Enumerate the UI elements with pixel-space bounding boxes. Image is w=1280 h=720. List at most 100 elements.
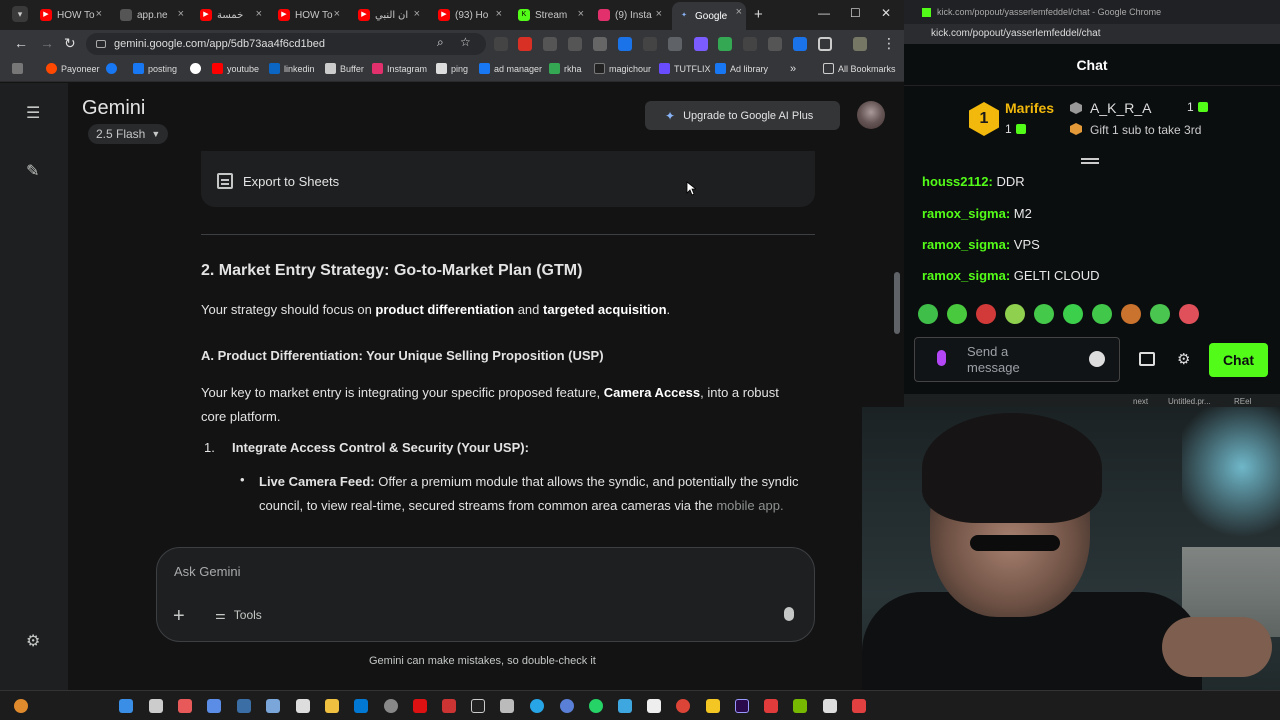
new-tab-icon[interactable]: +	[754, 6, 763, 23]
premiere-icon[interactable]	[735, 699, 749, 713]
whatsapp-icon[interactable]	[589, 699, 603, 713]
app-icon[interactable]	[823, 699, 837, 713]
emote-icon[interactable]	[1092, 304, 1112, 324]
app-icon[interactable]	[178, 699, 192, 713]
file-explorer-icon[interactable]	[706, 699, 720, 713]
extension-icon-1[interactable]	[494, 37, 508, 51]
bookmark-instagram[interactable]: Instagram	[372, 63, 427, 74]
chrome-icon[interactable]	[676, 699, 690, 713]
bookmark-ad-library[interactable]: Ad library	[715, 63, 768, 74]
app-icon[interactable]	[237, 699, 251, 713]
close-tab-icon[interactable]: ×	[334, 8, 340, 20]
extension-icon-6[interactable]	[618, 37, 632, 51]
emoji-icon[interactable]	[1089, 351, 1105, 367]
tab-2[interactable]: app.ne ×	[114, 4, 188, 26]
app-icon[interactable]	[266, 699, 280, 713]
tab-4[interactable]: ▶ HOW To ×	[272, 4, 344, 26]
browser-menu-icon[interactable]: ⋮	[882, 35, 896, 52]
app-icon[interactable]	[207, 699, 221, 713]
send-chat-button[interactable]: Chat	[1209, 343, 1268, 377]
extension-icon-8[interactable]	[668, 37, 682, 51]
emote-icon[interactable]	[918, 304, 938, 324]
extension-icon-4[interactable]	[568, 37, 582, 51]
profile-icon[interactable]	[853, 37, 867, 51]
notion-icon[interactable]	[647, 699, 661, 713]
app-icon[interactable]	[852, 699, 866, 713]
bookmark-magichour[interactable]: magichour	[594, 63, 651, 74]
extension-icon-5[interactable]	[593, 37, 607, 51]
extension-icon-9[interactable]	[694, 37, 708, 51]
url-text[interactable]: gemini.google.com/app/5db73aa4f6cd1bed	[114, 38, 325, 50]
new-chat-icon[interactable]: ✎	[26, 161, 39, 181]
bookmark-tutflix[interactable]: TUTFLIX	[659, 63, 711, 74]
extension-icon-11[interactable]	[743, 37, 757, 51]
app-icon[interactable]	[500, 699, 514, 713]
weather-icon[interactable]	[14, 699, 28, 713]
add-file-icon[interactable]: +	[173, 605, 185, 628]
tab-8[interactable]: (9) Insta ×	[592, 4, 666, 26]
app-icon[interactable]	[764, 699, 778, 713]
emote-icon[interactable]	[1150, 304, 1170, 324]
reload-icon[interactable]: ↻	[64, 35, 76, 52]
bookmark-google[interactable]	[190, 63, 201, 74]
upgrade-button[interactable]: ✦ Upgrade to Google AI Plus	[645, 101, 840, 130]
app-icon[interactable]	[560, 699, 574, 713]
task-view-icon[interactable]	[149, 699, 163, 713]
back-icon[interactable]: ←	[14, 35, 28, 51]
emote-icon[interactable]	[1005, 304, 1025, 324]
close-tab-icon[interactable]: ×	[656, 8, 662, 20]
opera-icon[interactable]	[413, 699, 427, 713]
extension-icon-7[interactable]	[643, 37, 657, 51]
zoom-icon[interactable]: ⌕	[437, 35, 444, 50]
extension-icon-3[interactable]	[543, 37, 557, 51]
emote-icon[interactable]	[1063, 304, 1083, 324]
nvidia-icon[interactable]	[793, 699, 807, 713]
menu-icon[interactable]: ☰	[26, 103, 40, 123]
prompt-input-box[interactable]	[156, 547, 815, 642]
apps-icon[interactable]	[12, 63, 23, 74]
expand-leaderboard-icon[interactable]	[1081, 158, 1099, 160]
emote-icon[interactable]	[1034, 304, 1054, 324]
tiktok-icon[interactable]	[471, 699, 485, 713]
telegram-icon[interactable]	[530, 699, 544, 713]
tab-6[interactable]: ▶ (93) Ho ×	[432, 4, 506, 26]
bookmark-facebook[interactable]	[106, 63, 117, 74]
tab-5[interactable]: ▶ ان النبي ×	[352, 4, 424, 26]
extension-icon-13[interactable]	[793, 37, 807, 51]
tab-7[interactable]: K Stream ×	[512, 4, 588, 26]
second-gifter[interactable]: A_K_R_A	[1070, 100, 1151, 116]
settings-icon[interactable]	[384, 699, 398, 713]
avatar[interactable]	[857, 101, 885, 129]
bookmark-ad-manager[interactable]: ad manager	[479, 63, 542, 74]
bookmark-ping[interactable]: ping	[436, 63, 468, 74]
close-tab-icon[interactable]: ×	[736, 6, 742, 18]
scrollbar-thumb[interactable]	[894, 272, 900, 334]
close-tab-icon[interactable]: ×	[96, 8, 102, 20]
maximize-icon[interactable]: ☐	[850, 6, 861, 20]
chat-input-box[interactable]: Send a message	[914, 337, 1120, 382]
all-bookmarks[interactable]: All Bookmarks	[823, 63, 896, 74]
extension-icon-2[interactable]	[518, 37, 532, 51]
tab-google-active[interactable]: ✦ Google ×	[672, 2, 746, 30]
top-gifter-name[interactable]: Marifes	[1005, 100, 1054, 116]
emote-icon[interactable]	[1179, 304, 1199, 324]
bookmark-buffer[interactable]: Buffer	[325, 63, 364, 74]
tab-1[interactable]: ▶ HOW To ×	[34, 4, 106, 26]
bookmark-payoneer[interactable]: Payoneer	[46, 63, 100, 74]
app-icon[interactable]	[296, 699, 310, 713]
chat-input[interactable]: Send a message	[967, 344, 1057, 376]
start-icon[interactable]	[119, 699, 133, 713]
store-icon[interactable]	[1139, 352, 1155, 366]
app-icon[interactable]	[442, 699, 456, 713]
app-icon[interactable]	[325, 699, 339, 713]
bookmark-rkha[interactable]: rkha	[549, 63, 582, 74]
voice-icon[interactable]	[937, 350, 946, 366]
emote-icon[interactable]	[976, 304, 996, 324]
extensions-puzzle-icon[interactable]	[818, 37, 832, 51]
close-tab-icon[interactable]: ×	[256, 8, 262, 20]
extension-icon-12[interactable]	[768, 37, 782, 51]
more-bookmarks-icon[interactable]: »	[790, 63, 796, 75]
gift-prompt[interactable]: Gift 1 sub to take 3rd	[1070, 123, 1201, 137]
emote-icon[interactable]	[1121, 304, 1141, 324]
prompt-input[interactable]: Ask Gemini	[174, 564, 240, 579]
